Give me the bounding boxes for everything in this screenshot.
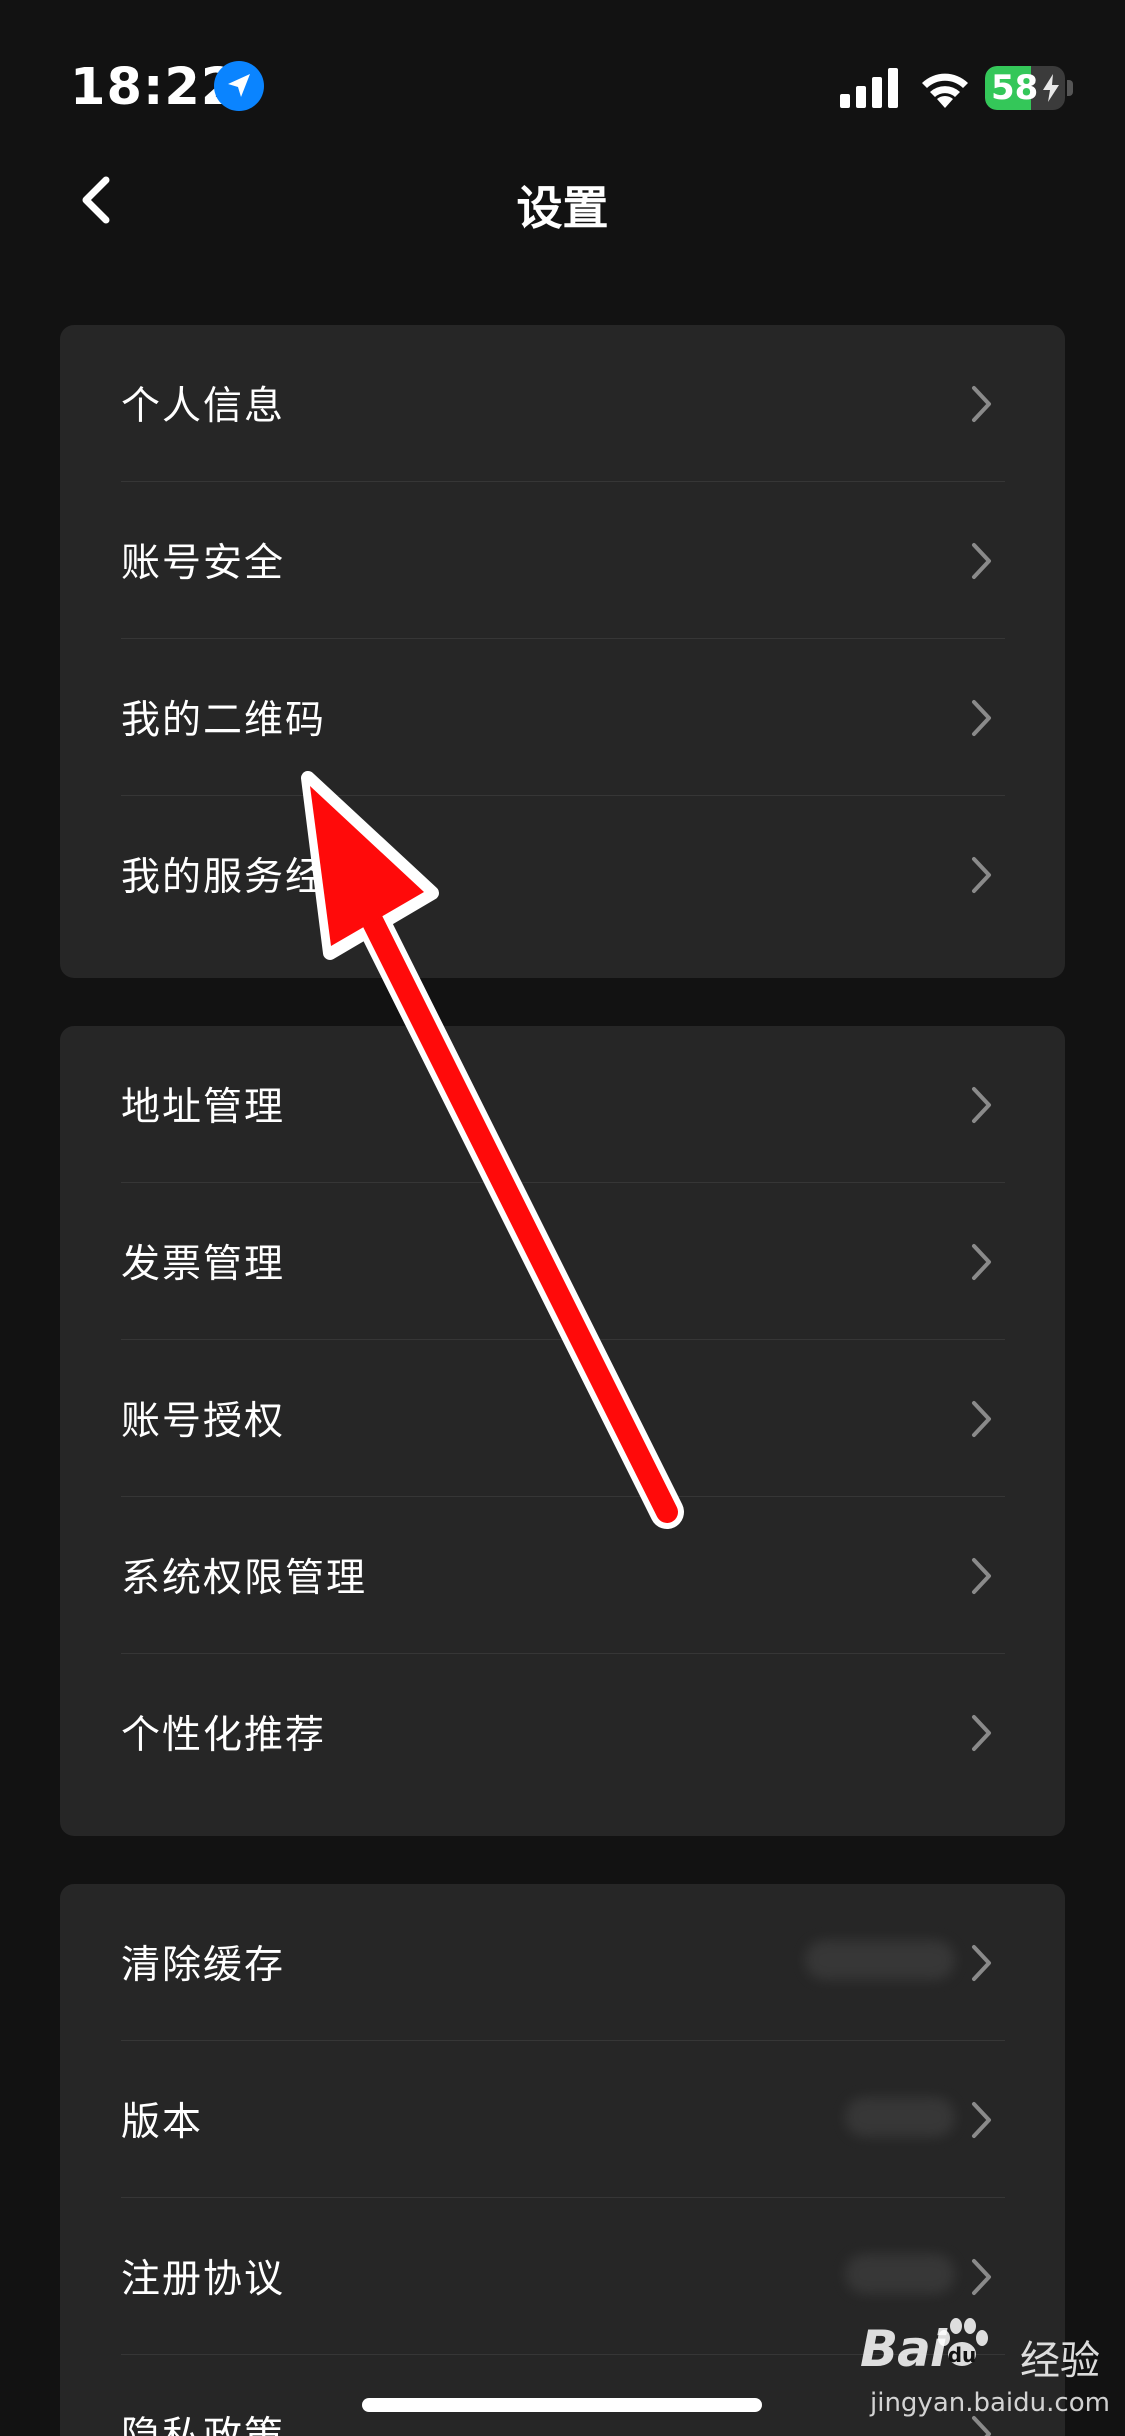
- agreement-value-blurred: [845, 2254, 955, 2294]
- chevron-right-icon: [972, 1558, 991, 1594]
- row-label: 发票管理: [121, 1242, 286, 1287]
- row-label: 地址管理: [121, 1085, 286, 1130]
- settings-row-service-manager[interactable]: 我的服务经理: [60, 796, 1065, 953]
- chevron-right-icon: [972, 857, 991, 893]
- watermark-brand-suffix: 经验: [1020, 2338, 1100, 2384]
- row-label: 清除缓存: [121, 1943, 286, 1988]
- battery-level-text: 58: [991, 68, 1039, 108]
- chevron-right-icon: [972, 2259, 991, 2295]
- page-title: 设置: [516, 181, 609, 235]
- settings-row-account-security[interactable]: 账号安全: [60, 482, 1065, 639]
- settings-row-personalized-recommendation[interactable]: 个性化推荐: [60, 1654, 1065, 1811]
- navigation-bar: 设置: [0, 150, 1125, 250]
- row-label: 账号授权: [121, 1399, 286, 1444]
- row-label: 个性化推荐: [121, 1713, 327, 1758]
- baidu-jingyan-watermark: Bai du 经验 jingyan.baidu.com: [860, 2318, 1110, 2430]
- chevron-right-icon: [972, 386, 991, 422]
- settings-row-invoice-management[interactable]: 发票管理: [60, 1183, 1065, 1340]
- settings-row-system-permissions[interactable]: 系统权限管理: [60, 1497, 1065, 1654]
- chevron-right-icon: [972, 1715, 991, 1751]
- chevron-right-icon: [972, 2102, 991, 2138]
- row-label: 注册协议: [121, 2257, 286, 2302]
- row-label: 系统权限管理: [121, 1556, 368, 1601]
- battery-indicator: 58: [985, 66, 1073, 110]
- chevron-right-icon: [972, 1401, 991, 1437]
- location-arrow-icon: [214, 61, 264, 111]
- watermark-url: jingyan.baidu.com: [870, 2388, 1110, 2418]
- chevron-right-icon: [972, 700, 991, 736]
- settings-row-personal-info[interactable]: 个人信息: [60, 325, 1065, 482]
- svg-text:du: du: [948, 2343, 977, 2367]
- row-label: 我的服务经理: [121, 855, 368, 900]
- settings-row-my-qr-code[interactable]: 我的二维码: [60, 639, 1065, 796]
- chevron-right-icon: [972, 1945, 991, 1981]
- row-label: 隐私政策: [121, 2405, 285, 2436]
- settings-group-account: 个人信息 账号安全 我的二维码 我的服务经理: [60, 325, 1065, 978]
- battery-body: 58: [985, 66, 1065, 110]
- settings-row-version[interactable]: 版本: [60, 2041, 1065, 2198]
- row-label: 个人信息: [121, 384, 286, 429]
- battery-cap: [1067, 80, 1073, 96]
- settings-group-management: 地址管理 发票管理 账号授权 系统权限管理 个性化推荐: [60, 1026, 1065, 1836]
- settings-row-account-authorization[interactable]: 账号授权: [60, 1340, 1065, 1497]
- version-value-blurred: [845, 2097, 955, 2137]
- chevron-right-icon: [972, 543, 991, 579]
- row-label: 账号安全: [121, 541, 286, 586]
- charging-bolt-icon: [1043, 74, 1059, 102]
- cache-size-value-blurred: [805, 1940, 955, 1980]
- settings-row-clear-cache[interactable]: 清除缓存: [60, 1884, 1065, 2041]
- wifi-icon: [922, 73, 968, 108]
- settings-row-address-management[interactable]: 地址管理: [60, 1026, 1065, 1183]
- chevron-right-icon: [972, 1087, 991, 1123]
- cellular-signal-icon: [840, 68, 898, 108]
- paw-icon: du: [938, 2318, 988, 2367]
- home-indicator[interactable]: [362, 2398, 762, 2412]
- row-label: 版本: [121, 2100, 204, 2145]
- row-label: 我的二维码: [121, 698, 327, 743]
- settings-screen: 18:22 58 设置 个人信息 账号安全 我的二维码 我的服务经理 地址管理 …: [0, 0, 1125, 2436]
- chevron-right-icon: [972, 1244, 991, 1280]
